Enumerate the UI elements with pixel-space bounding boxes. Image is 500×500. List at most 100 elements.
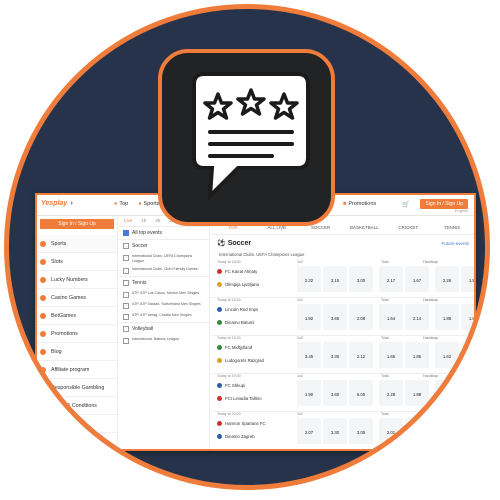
top-nav-item[interactable]: ● Top <box>114 201 128 207</box>
odds-button[interactable]: 3.05 <box>349 418 373 444</box>
sidebar-signin-button[interactable]: Sign In / Sign Up <box>40 219 114 229</box>
odds-button[interactable]: 2.08 <box>349 304 373 330</box>
odds-button[interactable]: 1.70 <box>461 418 474 444</box>
tab-1h[interactable]: 1h <box>141 218 146 223</box>
tab-3h[interactable]: 3h <box>155 218 160 223</box>
odds-button[interactable]: 1.72 <box>405 418 429 444</box>
odds-button[interactable]: 1.57 <box>461 266 474 292</box>
review-stars-chat-icon <box>192 72 310 202</box>
filter-item[interactable]: International. Nations League <box>119 335 209 346</box>
filter-item[interactable]: ATP. ATP Gstaad, Switzerland Men Singles <box>119 300 209 311</box>
language-selector[interactable]: English <box>455 208 468 213</box>
odds-button[interactable]: 1.64 <box>379 304 403 330</box>
odds-value: 3.60 <box>330 391 340 397</box>
future-events-link[interactable]: Future events <box>441 241 469 246</box>
sidebar-item-slots[interactable]: Slots <box>37 253 117 271</box>
sidebar-item-casino-games[interactable]: Casino Games <box>37 289 117 307</box>
match-row[interactable]: Today at 19:00 1x2 Total Handicap FC Midtjyl… <box>211 335 474 374</box>
casino-icon <box>40 294 46 301</box>
all-top-events-checkbox[interactable]: All top events <box>119 226 209 239</box>
odds-button[interactable]: 2.16 <box>461 342 474 368</box>
odds-button[interactable]: 3.30 <box>323 418 347 444</box>
odds-value: 1.64 <box>386 315 396 321</box>
odds-button[interactable]: 3.30 <box>323 342 347 368</box>
sidebar-item-affiliate[interactable]: Affiliate program <box>37 361 117 379</box>
cart-icon[interactable]: 🛒 <box>402 201 409 208</box>
sidebar-item-responsible-gambling[interactable]: Responsible Gambling <box>37 379 117 397</box>
odds-button[interactable]: 3.45 <box>297 342 321 368</box>
sidebar-item-promotions[interactable]: Promotions <box>37 325 117 343</box>
odds-button[interactable]: 6.05 <box>349 380 373 406</box>
match-row[interactable]: Today at 18:00 1x2 Total Handicap FC Kairat … <box>211 259 474 298</box>
odds-button[interactable]: 1.88 <box>435 304 459 330</box>
filter-section-volleyball[interactable]: Volleyball <box>119 322 209 335</box>
sidebar-item-betgames[interactable]: BetGames <box>37 307 117 325</box>
odds-button[interactable]: 3.15 <box>323 266 347 292</box>
odds-button[interactable]: 3.60 <box>323 380 347 406</box>
odds-button[interactable]: 1.62 <box>435 342 459 368</box>
sidebar-item-about[interactable]: About Us <box>37 415 117 433</box>
top-nav-item[interactable]: ● Sports <box>138 201 159 207</box>
odds-button[interactable]: 2.28 <box>379 380 403 406</box>
odds-button[interactable]: 2.03 <box>435 418 459 444</box>
checkbox <box>123 338 129 344</box>
odds-button[interactable]: 2.01 <box>379 418 403 444</box>
filter-section-tennis[interactable]: Tennis <box>119 276 209 289</box>
sidebar-item-terms[interactable]: Terms & Conditions <box>37 397 117 415</box>
odds-button[interactable]: 2.14 <box>405 304 429 330</box>
tab-basketball[interactable]: BASKETBALL <box>342 225 386 230</box>
sidebar-item-label: Casino Games <box>51 294 87 301</box>
odds-button[interactable]: 1.85 <box>405 342 429 368</box>
tab-tennis[interactable]: TENNIS <box>430 225 474 230</box>
sidebar-item-blog[interactable]: Blog <box>37 343 117 361</box>
odds-button[interactable]: 2.17 <box>379 266 403 292</box>
promotions-link[interactable]: ■ Promotions <box>343 201 376 207</box>
sidebar-item-label: Lucky Numbers <box>51 276 88 283</box>
odds-button[interactable]: 2.07 <box>297 418 321 444</box>
tab-cricket[interactable]: CRICKET <box>386 225 430 230</box>
filter-item[interactable]: ATP. ATP Los Cabos, Mexico Men Singles <box>119 289 209 300</box>
match-row[interactable]: Today at 18:30 1x2 Total Handicap Lincoln Re… <box>211 297 474 336</box>
team-home: Lincoln Red Imps <box>217 307 258 312</box>
sidebar-item-lucky-numbers[interactable]: Lucky Numbers <box>37 271 117 289</box>
odds-value: 2.03 <box>442 429 452 435</box>
filter-item[interactable]: ATP. ATP Umag, Croatia Men Singles <box>119 311 209 322</box>
filter-section-soccer[interactable]: Soccer <box>119 239 209 252</box>
team-away: Dinamo Batumi <box>217 320 254 325</box>
sidebar: Sign In / Sign Up Sports Slots Lucky Num… <box>37 215 118 449</box>
sidebar-item-help[interactable]: Help <box>37 433 117 449</box>
promo-graphic: Yesplay ◑ ● Top ● Sports ■ Promotions 🛒 Sig… <box>0 0 500 500</box>
odds-button[interactable]: 2.32 <box>297 266 321 292</box>
odds-button[interactable]: 1.65 <box>379 342 403 368</box>
match-row[interactable]: Today at 20:00 1x2 Total Handicap Hamrun Spa… <box>211 411 474 449</box>
filter-item[interactable]: International Clubs. UEFA Champions Leag… <box>119 252 209 265</box>
odds-group: 1.90 3.60 6.05 2.28 1.88 2.12 1.64 <box>297 380 474 406</box>
match-row[interactable]: Today at 19:00 1x2 Total Handicap FC Shkupi F… <box>211 373 474 412</box>
market-label-handicap: Handicap <box>423 298 439 302</box>
market-label-total: Total <box>381 412 389 416</box>
lightbulb-icon[interactable]: ◑ <box>69 200 73 207</box>
odds-button[interactable]: 3.00 <box>349 266 373 292</box>
top-nav-label: Sports <box>143 201 160 207</box>
market-label-handicap: Handicap <box>423 374 439 378</box>
odds-button[interactable]: 2.12 <box>349 342 373 368</box>
odds-button[interactable]: 1.82 <box>461 304 474 330</box>
site-logo[interactable]: Yesplay <box>41 200 67 207</box>
odds-group: 2.07 3.30 3.05 2.01 1.72 2.03 1.70 <box>297 418 474 444</box>
competition-name: International Clubs. UEFA Champions Leag… <box>219 252 305 257</box>
document-icon <box>40 402 46 409</box>
odds-value: 1.90 <box>304 391 314 397</box>
odds-button[interactable]: 3.65 <box>323 304 347 330</box>
tab-live[interactable]: Live <box>124 218 132 223</box>
odds-button[interactable]: 1.88 <box>405 380 429 406</box>
odds-button[interactable]: 2.12 <box>435 380 459 406</box>
odds-button[interactable]: 1.90 <box>297 380 321 406</box>
odds-button[interactable]: 1.64 <box>461 380 474 406</box>
filter-section-title: Tennis <box>132 280 147 286</box>
team-name: FC Kairat Almaty <box>225 269 258 274</box>
filter-item[interactable]: International Clubs. Club Friendly Games <box>119 265 209 276</box>
odds-button[interactable]: 1.67 <box>405 266 429 292</box>
sidebar-item-sports[interactable]: Sports <box>37 235 117 253</box>
odds-button[interactable]: 2.26 <box>435 266 459 292</box>
odds-button[interactable]: 1.92 <box>297 304 321 330</box>
